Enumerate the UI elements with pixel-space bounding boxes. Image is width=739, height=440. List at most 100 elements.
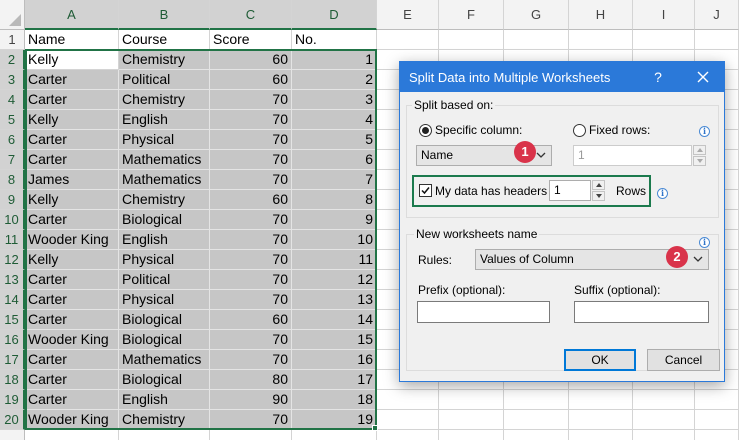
row-header[interactable]: 7 — [0, 150, 25, 170]
table-cell[interactable]: 14 — [292, 310, 377, 330]
table-cell[interactable]: 60 — [210, 190, 292, 210]
table-cell[interactable]: Carter — [25, 70, 119, 90]
table-cell[interactable]: Chemistry — [119, 190, 210, 210]
row-header[interactable]: 8 — [0, 170, 25, 190]
table-cell[interactable]: Kelly — [25, 250, 119, 270]
table-cell[interactable]: Kelly — [25, 110, 119, 130]
fixed-rows-input[interactable]: 1 — [573, 145, 692, 166]
table-cell[interactable]: 1 — [292, 50, 377, 70]
table-cell[interactable]: Biological — [119, 310, 210, 330]
table-cell[interactable]: Carter — [25, 390, 119, 410]
table-cell[interactable] — [569, 410, 633, 430]
table-cell[interactable]: 70 — [210, 230, 292, 250]
fill-handle[interactable] — [372, 425, 378, 431]
table-cell[interactable]: Carter — [25, 370, 119, 390]
table-cell[interactable]: 5 — [292, 130, 377, 150]
table-cell[interactable] — [377, 390, 439, 410]
table-cell[interactable]: Carter — [25, 150, 119, 170]
table-cell[interactable]: 70 — [210, 350, 292, 370]
table-cell[interactable]: Kelly — [25, 190, 119, 210]
table-cell[interactable] — [695, 430, 739, 440]
table-cell[interactable] — [292, 430, 377, 440]
row-header[interactable]: 11 — [0, 230, 25, 250]
table-cell[interactable] — [439, 390, 504, 410]
table-cell[interactable] — [695, 30, 739, 50]
spin-up-icon[interactable] — [693, 145, 706, 155]
table-cell[interactable] — [504, 390, 569, 410]
table-cell[interactable]: 70 — [210, 270, 292, 290]
table-cell[interactable]: 12 — [292, 270, 377, 290]
new-names-info-icon[interactable]: i — [699, 237, 710, 248]
row-header[interactable]: 16 — [0, 330, 25, 350]
table-cell[interactable]: 19 — [292, 410, 377, 430]
select-all-corner[interactable] — [0, 0, 25, 30]
row-header[interactable]: 18 — [0, 370, 25, 390]
table-cell[interactable] — [633, 390, 695, 410]
column-header-e[interactable]: E — [377, 0, 439, 30]
table-cell[interactable]: 11 — [292, 250, 377, 270]
table-cell[interactable]: Political — [119, 70, 210, 90]
table-cell[interactable] — [210, 430, 292, 440]
row-header[interactable]: 4 — [0, 90, 25, 110]
ok-button[interactable]: OK — [564, 349, 636, 371]
column-header-h[interactable]: H — [569, 0, 633, 30]
headers-info-icon[interactable]: i — [657, 188, 668, 199]
table-cell[interactable]: 70 — [210, 130, 292, 150]
row-header[interactable]: 19 — [0, 390, 25, 410]
table-cell[interactable]: Physical — [119, 130, 210, 150]
table-cell[interactable]: 7 — [292, 170, 377, 190]
table-cell[interactable]: 15 — [292, 330, 377, 350]
table-cell[interactable]: James — [25, 170, 119, 190]
table-cell[interactable] — [439, 430, 504, 440]
table-cell[interactable]: 16 — [292, 350, 377, 370]
fixed-rows-radio[interactable] — [573, 124, 586, 137]
table-cell[interactable]: English — [119, 390, 210, 410]
table-cell[interactable] — [569, 30, 633, 50]
table-cell[interactable]: Physical — [119, 250, 210, 270]
table-cell[interactable]: 70 — [210, 330, 292, 350]
table-cell[interactable]: 18 — [292, 390, 377, 410]
column-header-d[interactable]: D — [292, 0, 377, 30]
row-header[interactable]: 13 — [0, 270, 25, 290]
table-cell[interactable]: Wooder King — [25, 330, 119, 350]
table-cell[interactable]: 70 — [210, 250, 292, 270]
table-cell[interactable] — [633, 30, 695, 50]
header-rows-spinner[interactable] — [592, 180, 605, 201]
table-cell[interactable]: 70 — [210, 170, 292, 190]
help-button[interactable]: ? — [650, 67, 666, 87]
table-cell[interactable] — [695, 390, 739, 410]
table-cell[interactable]: 60 — [210, 50, 292, 70]
table-cell[interactable]: Chemistry — [119, 410, 210, 430]
table-cell[interactable]: Biological — [119, 330, 210, 350]
column-header-f[interactable]: F — [439, 0, 504, 30]
table-cell[interactable]: English — [119, 230, 210, 250]
header-cell[interactable]: Course — [119, 30, 210, 50]
table-cell[interactable] — [377, 430, 439, 440]
row-header[interactable] — [0, 430, 25, 440]
row-header[interactable]: 12 — [0, 250, 25, 270]
suffix-input[interactable] — [574, 301, 709, 323]
table-cell[interactable]: 2 — [292, 70, 377, 90]
table-cell[interactable]: Carter — [25, 130, 119, 150]
table-cell[interactable]: Mathematics — [119, 350, 210, 370]
table-cell[interactable]: Chemistry — [119, 50, 210, 70]
table-cell[interactable]: Carter — [25, 290, 119, 310]
fixed-rows-info-icon[interactable]: i — [699, 126, 710, 137]
table-cell[interactable]: Chemistry — [119, 90, 210, 110]
table-cell[interactable] — [377, 30, 439, 50]
table-cell[interactable]: English — [119, 110, 210, 130]
dialog-titlebar[interactable]: Split Data into Multiple Worksheets ? — [400, 62, 724, 92]
table-cell[interactable] — [633, 410, 695, 430]
table-cell[interactable]: Carter — [25, 270, 119, 290]
table-cell[interactable]: Wooder King — [25, 230, 119, 250]
table-cell[interactable]: Mathematics — [119, 170, 210, 190]
table-cell[interactable] — [633, 430, 695, 440]
table-cell[interactable]: 4 — [292, 110, 377, 130]
table-cell[interactable] — [25, 430, 119, 440]
table-cell[interactable]: 17 — [292, 370, 377, 390]
table-cell[interactable] — [377, 410, 439, 430]
table-cell[interactable]: Carter — [25, 90, 119, 110]
table-cell[interactable]: 60 — [210, 70, 292, 90]
header-cell[interactable]: Name — [25, 30, 119, 50]
header-cell[interactable]: No. — [292, 30, 377, 50]
